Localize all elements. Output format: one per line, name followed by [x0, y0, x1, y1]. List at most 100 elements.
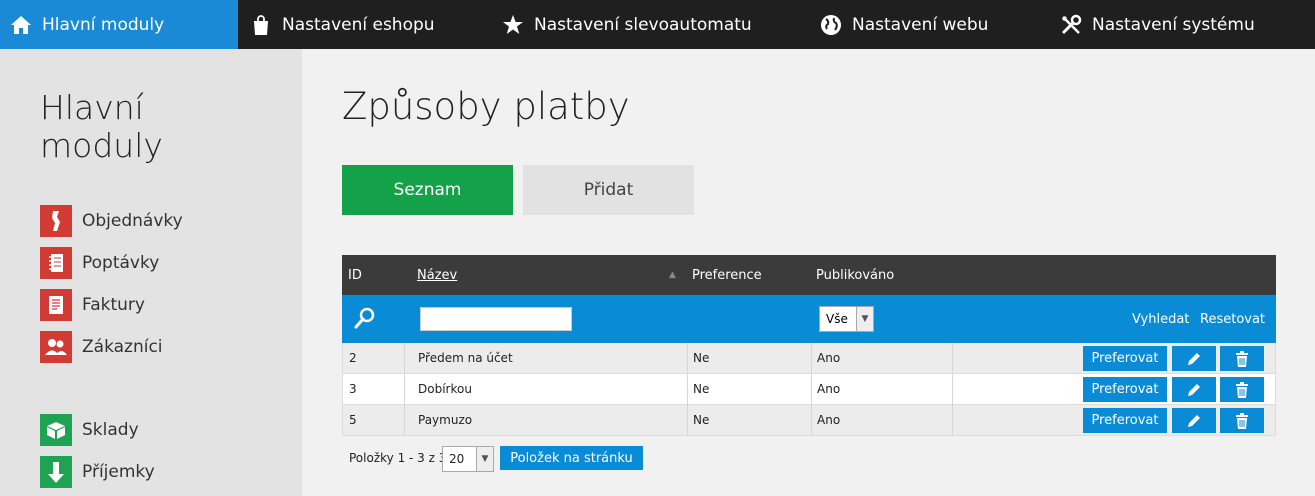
invoice-icon: [40, 289, 72, 321]
divider: [952, 374, 953, 404]
cell-published: Ano: [817, 382, 841, 396]
nav-eshop-settings-label: Nastavení eshopu: [282, 14, 435, 35]
sidebar: Hlavní moduly Objednávky Poptávky Faktur…: [0, 49, 302, 496]
name-filter-input[interactable]: [420, 307, 572, 331]
chevron-down-icon: ▼: [856, 307, 873, 331]
page-title: Způsoby platby: [342, 85, 630, 128]
home-icon: [10, 14, 32, 36]
nav-eshop-settings[interactable]: Nastavení eshopu: [250, 0, 435, 49]
orders-icon: [40, 205, 72, 237]
cell-name: Dobírkou: [418, 382, 472, 396]
chevron-down-icon: ▼: [476, 447, 493, 471]
trash-icon: [1236, 412, 1248, 429]
sidebar-title-line1: Hlavní: [40, 88, 144, 127]
sidebar-item-inquiries-label: Poptávky: [82, 253, 160, 273]
filter-row: Vše ▼ Vyhledat Resetovat: [342, 295, 1276, 343]
top-navigation: Hlavní moduly Nastavení eshopu Nastavení…: [0, 0, 1315, 49]
sidebar-item-invoices[interactable]: Faktury: [40, 289, 145, 321]
cell-preference: Ne: [693, 413, 710, 427]
sidebar-item-receipts-label: Příjemky: [82, 462, 155, 482]
cell-published: Ano: [817, 351, 841, 365]
trash-icon: [1236, 350, 1248, 367]
table-row: 5 Paymuzo Ne Ano Preferovat: [342, 405, 1276, 436]
customers-icon: [40, 331, 72, 363]
divider: [811, 374, 812, 404]
box-icon: [40, 414, 72, 446]
nav-main-modules[interactable]: Hlavní moduly: [0, 0, 238, 49]
cell-published: Ano: [817, 413, 841, 427]
page-size-value: 20: [449, 452, 465, 466]
reset-link[interactable]: Resetovat: [1200, 312, 1265, 327]
sidebar-item-orders-label: Objednávky: [82, 211, 183, 231]
tools-icon: [1060, 14, 1082, 36]
delete-button[interactable]: [1220, 377, 1264, 402]
prefer-button[interactable]: Preferovat: [1083, 408, 1167, 433]
sort-asc-icon[interactable]: ▲: [669, 270, 676, 280]
edit-button[interactable]: [1172, 377, 1216, 402]
nav-main-modules-label: Hlavní moduly: [42, 14, 165, 35]
divider: [952, 343, 953, 373]
sidebar-item-inquiries[interactable]: Poptávky: [40, 247, 159, 279]
star-icon: [502, 14, 524, 36]
edit-button[interactable]: [1172, 346, 1216, 371]
table-row: 3 Dobírkou Ne Ano Preferovat: [342, 374, 1276, 405]
pencil-icon: [1188, 414, 1200, 427]
divider: [811, 343, 812, 373]
cell-preference: Ne: [693, 382, 710, 396]
sidebar-item-warehouses-label: Sklady: [82, 420, 139, 440]
search-link[interactable]: Vyhledat: [1132, 312, 1189, 327]
globe-icon: [820, 14, 842, 36]
published-filter-select[interactable]: Vše ▼: [819, 306, 874, 332]
nav-discount-settings-label: Nastavení slevoautomatu: [534, 14, 752, 35]
nav-discount-settings[interactable]: Nastavení slevoautomatu: [502, 0, 752, 49]
cell-preference: Ne: [693, 351, 710, 365]
divider: [404, 343, 405, 373]
published-filter-value: Vše: [826, 312, 848, 326]
arrow-down-icon: [40, 456, 72, 488]
tab-add[interactable]: Přidat: [523, 165, 694, 215]
divider: [952, 405, 953, 435]
nav-web-settings[interactable]: Nastavení webu: [820, 0, 988, 49]
delete-button[interactable]: [1220, 346, 1264, 371]
divider: [687, 405, 688, 435]
page-size-select[interactable]: 20 ▼: [442, 446, 494, 472]
column-published[interactable]: Publikováno: [816, 268, 894, 283]
cell-id: 2: [349, 351, 357, 365]
column-name[interactable]: Název: [417, 268, 457, 283]
sidebar-title: Hlavní moduly: [40, 89, 163, 165]
sidebar-item-receipts[interactable]: Příjemky: [40, 456, 155, 488]
prefer-button[interactable]: Preferovat: [1083, 346, 1167, 371]
notebook-icon: [40, 247, 72, 279]
cell-id: 5: [349, 413, 357, 427]
table-header: ID Název ▲ Preference Publikováno: [342, 255, 1276, 295]
nav-web-settings-label: Nastavení webu: [852, 14, 989, 35]
payment-methods-table: ID Název ▲ Preference Publikováno Vše ▼ …: [342, 255, 1276, 436]
nav-system-settings[interactable]: Nastavení systému: [1060, 0, 1255, 49]
cell-name: Paymuzo: [418, 413, 473, 427]
column-preference[interactable]: Preference: [692, 268, 762, 283]
shopping-bag-icon: [250, 14, 272, 36]
divider: [811, 405, 812, 435]
sidebar-item-customers[interactable]: Zákazníci: [40, 331, 163, 363]
divider: [404, 405, 405, 435]
pencil-icon: [1188, 383, 1200, 396]
trash-icon: [1236, 381, 1248, 398]
divider: [687, 343, 688, 373]
edit-button[interactable]: [1172, 408, 1216, 433]
sidebar-item-invoices-label: Faktury: [82, 295, 145, 315]
table-row: 2 Předem na účet Ne Ano Preferovat: [342, 343, 1276, 374]
tab-list[interactable]: Seznam: [342, 165, 513, 215]
cell-name: Předem na účet: [418, 351, 513, 365]
prefer-button[interactable]: Preferovat: [1083, 377, 1167, 402]
divider: [404, 374, 405, 404]
nav-system-settings-label: Nastavení systému: [1092, 14, 1255, 35]
sidebar-title-line2: moduly: [40, 126, 163, 165]
sidebar-item-warehouses[interactable]: Sklady: [40, 414, 139, 446]
delete-button[interactable]: [1220, 408, 1264, 433]
divider: [687, 374, 688, 404]
column-id[interactable]: ID: [348, 268, 362, 283]
search-icon: [353, 306, 377, 334]
sidebar-item-orders[interactable]: Objednávky: [40, 205, 183, 237]
items-per-page-button[interactable]: Položek na stránku: [500, 446, 643, 470]
sidebar-item-customers-label: Zákazníci: [82, 337, 163, 357]
